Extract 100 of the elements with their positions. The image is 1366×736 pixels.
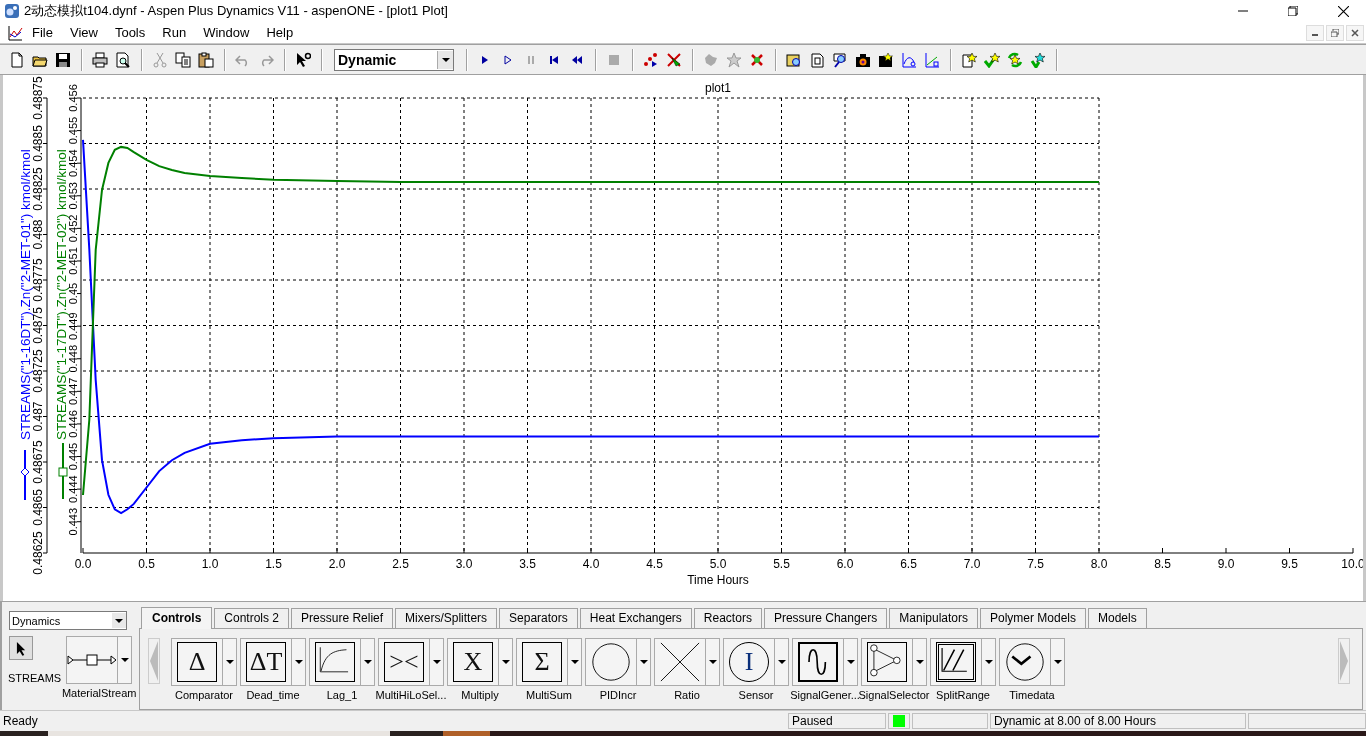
printer-icon[interactable] bbox=[92, 51, 108, 68]
star-outline-icon[interactable] bbox=[726, 51, 742, 68]
star-page-icon[interactable] bbox=[961, 51, 977, 68]
stream-button[interactable] bbox=[66, 636, 119, 684]
caret-icon bbox=[432, 660, 441, 664]
palette-tab[interactable]: Mixers/Splitters bbox=[395, 608, 498, 628]
star-check-icon[interactable] bbox=[984, 51, 1000, 68]
paste-icon[interactable] bbox=[198, 51, 214, 68]
axis-label: 0.4885 bbox=[31, 125, 45, 162]
block-button[interactable]: Σ bbox=[516, 638, 568, 686]
axis-label: 0.445 bbox=[67, 442, 79, 471]
dropdown-button[interactable] bbox=[430, 638, 444, 686]
caret-icon bbox=[984, 660, 993, 664]
block-button[interactable] bbox=[654, 638, 706, 686]
axis-label: 0.488 bbox=[31, 219, 45, 250]
axis-label: 2.0 bbox=[328, 557, 346, 571]
dropdown-button[interactable] bbox=[292, 638, 306, 686]
clock-icon bbox=[1005, 642, 1045, 682]
palette-tab[interactable]: Models bbox=[1088, 608, 1147, 628]
menu-item[interactable]: Help bbox=[257, 25, 302, 40]
triangle-left-icon bbox=[150, 641, 158, 681]
block-button[interactable] bbox=[792, 638, 844, 686]
library-dropdown[interactable]: Dynamics bbox=[9, 611, 127, 630]
axis-label: 8.5 bbox=[1154, 557, 1171, 571]
arrow-cross-icon[interactable] bbox=[666, 51, 682, 68]
palette-tab[interactable]: Reactors bbox=[693, 608, 762, 628]
copy-icon[interactable] bbox=[175, 51, 191, 68]
dropdown-button[interactable] bbox=[118, 636, 133, 684]
star-arrow-icon[interactable] bbox=[1030, 51, 1046, 68]
close-button[interactable] bbox=[1346, 24, 1364, 41]
dropdown-button[interactable] bbox=[637, 638, 651, 686]
block-button[interactable]: ΔT bbox=[240, 638, 292, 686]
block-button[interactable]: I bbox=[723, 638, 775, 686]
restore-button[interactable] bbox=[1326, 24, 1344, 41]
block-button[interactable]: Δ bbox=[171, 638, 223, 686]
dropdown-button[interactable] bbox=[223, 638, 237, 686]
minimize-button[interactable] bbox=[1306, 24, 1324, 41]
dropdown-button[interactable] bbox=[568, 638, 582, 686]
magnifier-icon[interactable] bbox=[832, 51, 848, 68]
line-chart-icon[interactable] bbox=[901, 51, 917, 68]
caret-icon bbox=[115, 618, 123, 623]
palette-tab[interactable]: Controls bbox=[141, 607, 213, 629]
dropdown-button[interactable] bbox=[361, 638, 375, 686]
palette-tab[interactable]: Pressure Relief bbox=[291, 608, 394, 628]
circle-icon bbox=[591, 642, 631, 682]
page-cube-icon[interactable] bbox=[809, 51, 825, 68]
block-label: Dead_time bbox=[246, 689, 300, 701]
dots-arrow-icon[interactable] bbox=[643, 51, 659, 68]
dropdown-button[interactable] bbox=[982, 638, 996, 686]
palette-tab[interactable]: Pressure Changers bbox=[763, 608, 888, 628]
axis-label: 0.48675 bbox=[31, 440, 45, 484]
palette-tab[interactable]: Manipulators bbox=[889, 608, 978, 628]
axis-label: 7.0 bbox=[963, 557, 981, 571]
axis-label: 0.48875 bbox=[31, 76, 45, 120]
trend-chart-icon[interactable] bbox=[924, 51, 940, 68]
axis-label: 8.0 bbox=[1090, 557, 1108, 571]
pointer-icon[interactable] bbox=[295, 51, 311, 68]
dropdown-button[interactable] bbox=[844, 638, 858, 686]
dropdown-button[interactable] bbox=[706, 638, 720, 686]
star-chart-icon[interactable] bbox=[878, 51, 894, 68]
save-icon[interactable] bbox=[55, 51, 71, 68]
star-swap-icon[interactable] bbox=[1007, 51, 1023, 68]
menu-item[interactable]: Run bbox=[153, 25, 195, 40]
cross-icon[interactable] bbox=[749, 51, 765, 68]
folder-search-icon[interactable] bbox=[786, 51, 802, 68]
print-preview-icon[interactable] bbox=[115, 51, 131, 68]
axis-label: 0.45 bbox=[67, 282, 79, 305]
dropdown-button[interactable] bbox=[1051, 638, 1065, 686]
triangle-right-icon bbox=[1340, 641, 1348, 681]
palette-tab[interactable]: Polymer Models bbox=[980, 608, 1086, 628]
axis-label: 9.0 bbox=[1217, 557, 1235, 571]
block-button[interactable] bbox=[930, 638, 982, 686]
caret-icon bbox=[846, 660, 855, 664]
axis-label: 0.487 bbox=[31, 401, 45, 432]
dropdown-button[interactable] bbox=[913, 638, 927, 686]
menu-item[interactable]: File bbox=[23, 25, 61, 40]
axis-label: 5.5 bbox=[773, 557, 790, 571]
menu-item[interactable]: Tools bbox=[105, 25, 154, 40]
palette-tab[interactable]: Heat Exchangers bbox=[579, 608, 692, 628]
menu-item[interactable]: Window bbox=[194, 25, 258, 40]
palette-tab[interactable]: Controls 2 bbox=[214, 608, 290, 628]
select-pointer-button[interactable] bbox=[9, 636, 33, 660]
dropdown-button[interactable] bbox=[775, 638, 789, 686]
close-icon bbox=[1351, 28, 1359, 37]
block-button[interactable] bbox=[999, 638, 1051, 686]
axis-label: 0.4875 bbox=[31, 307, 45, 344]
caret-icon bbox=[441, 57, 450, 62]
axis-label: 0.449 bbox=[67, 312, 79, 340]
block-button[interactable] bbox=[861, 638, 913, 686]
dropdown-button[interactable] bbox=[499, 638, 513, 686]
camera-icon[interactable] bbox=[855, 51, 871, 68]
axis-label: 2.5 bbox=[392, 557, 409, 571]
block-button[interactable] bbox=[309, 638, 361, 686]
block-label: Multiply bbox=[461, 689, 499, 701]
palette-tab[interactable]: Separators bbox=[499, 608, 578, 628]
block-button[interactable]: X bbox=[447, 638, 499, 686]
block-button[interactable]: >< bbox=[378, 638, 430, 686]
mode-dropdown[interactable]: Dynamic bbox=[334, 48, 454, 71]
new-file-icon[interactable] bbox=[9, 51, 25, 68]
menu-item[interactable]: View bbox=[60, 25, 106, 40]
